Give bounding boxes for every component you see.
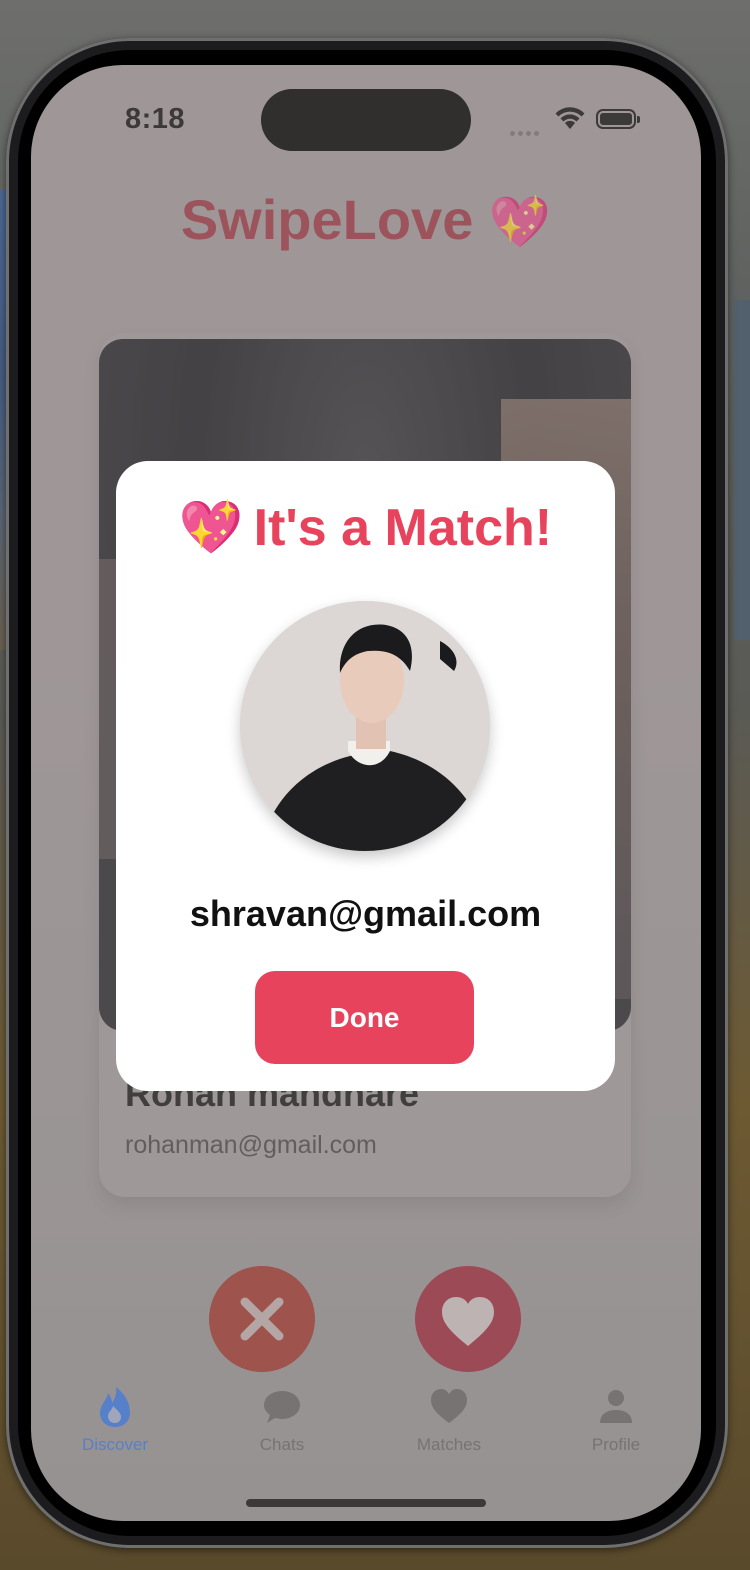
match-avatar	[240, 601, 490, 851]
done-button[interactable]: Done	[255, 971, 474, 1064]
avatar-portrait	[240, 601, 490, 851]
match-title-text: It's a Match!	[253, 499, 553, 557]
match-title: 💖 It's a Match!	[116, 497, 615, 558]
match-dialog: 💖 It's a Match! shravan@gmail.com Done	[116, 461, 615, 1091]
match-email: shravan@gmail.com	[189, 893, 542, 934]
sparkling-heart-icon: 💖	[178, 499, 244, 557]
background-window-edge-right	[734, 300, 750, 640]
phone-screen: 8:18 SwipeLove 💖 Rohan mandhare rohanman…	[31, 65, 701, 1521]
